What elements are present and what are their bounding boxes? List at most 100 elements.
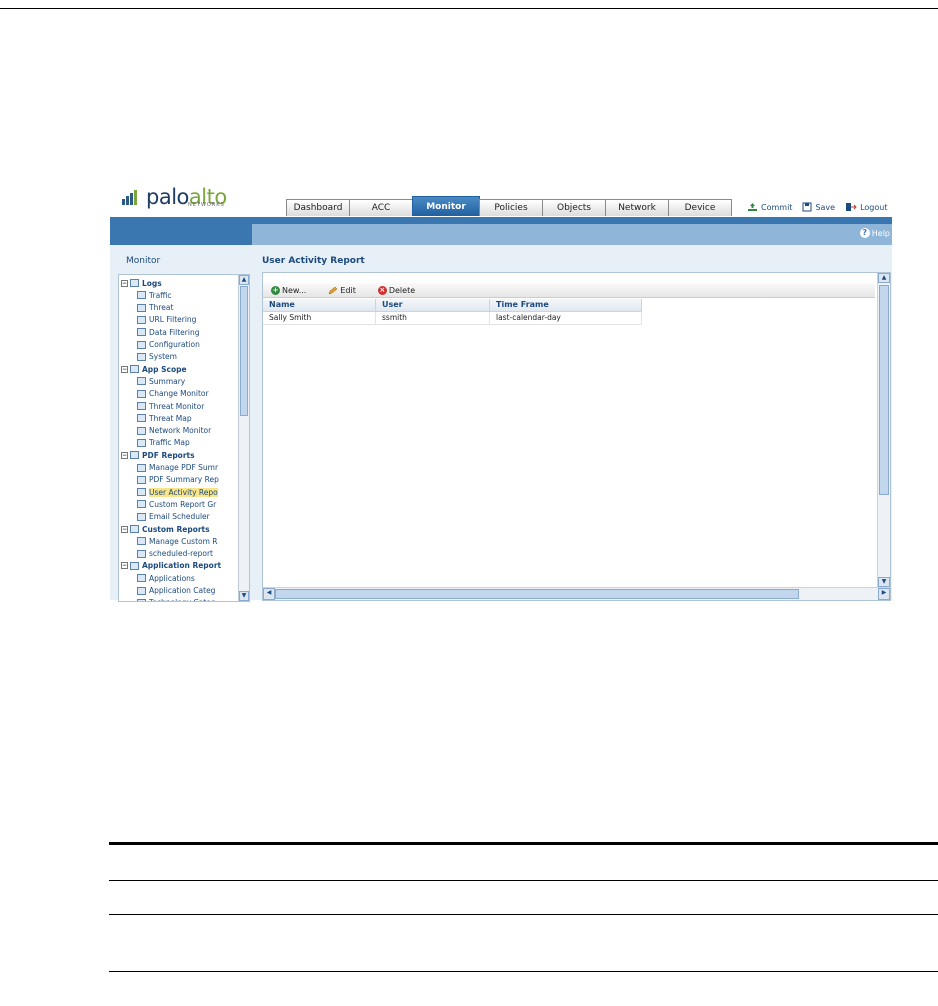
report-icon — [137, 475, 146, 484]
tree-item-label: Threat Map — [149, 413, 192, 423]
grid-hscroll-thumb[interactable] — [275, 589, 799, 599]
tab-device[interactable]: Device — [668, 199, 732, 216]
column-header-name[interactable]: Name — [263, 299, 376, 311]
tree-item[interactable]: User Activity Repo — [137, 486, 218, 498]
folder-icon — [130, 525, 139, 533]
grid-scroll-down-icon[interactable]: ▼ — [878, 577, 890, 587]
commit-button[interactable]: Commit — [747, 202, 792, 212]
report-icon — [137, 328, 146, 337]
tree-group[interactable]: − PDF Reports — [121, 449, 195, 461]
tree-item[interactable]: System — [137, 351, 177, 363]
grid-vertical-scrollbar[interactable]: ▲ ▼ — [877, 273, 890, 587]
table-rule — [109, 971, 938, 972]
table-header: Name User Time Frame — [263, 299, 642, 312]
tree-item[interactable]: URL Filtering — [137, 314, 196, 326]
tree-item[interactable]: Traffic Map — [137, 437, 190, 449]
tab-objects[interactable]: Objects — [542, 199, 606, 216]
tree-item[interactable]: Manage PDF Sumr — [137, 462, 218, 474]
tree-item[interactable]: Threat — [137, 302, 173, 314]
grid-vscroll-thumb[interactable] — [879, 285, 889, 495]
tree-item[interactable]: PDF Summary Rep — [137, 474, 219, 486]
table-row[interactable]: Sally Smith ssmith last-calendar-day — [263, 312, 642, 325]
collapse-icon[interactable]: − — [121, 365, 128, 373]
tree-item[interactable]: Network Monitor — [137, 425, 211, 437]
tree-item[interactable]: Application Categ — [137, 585, 215, 597]
cell-time-frame: last-calendar-day — [490, 312, 642, 324]
collapse-icon[interactable]: − — [121, 279, 128, 287]
save-button[interactable]: Save — [802, 202, 835, 212]
scroll-up-icon[interactable]: ▲ — [239, 275, 249, 285]
tree-item[interactable]: Threat Map — [137, 412, 192, 424]
tree-item[interactable]: Summary — [137, 375, 185, 387]
help-button[interactable]: ? Help — [859, 228, 890, 238]
tree-item-label: Traffic — [149, 290, 172, 300]
column-header-user[interactable]: User — [376, 299, 490, 311]
sidebar-title: Monitor — [126, 256, 161, 266]
tab-dashboard[interactable]: Dashboard — [286, 199, 350, 216]
tree-item-label: Custom Reports — [142, 524, 210, 534]
tree-item[interactable]: Traffic — [137, 289, 172, 301]
main-tabs: Dashboard ACC Monitor Policies Objects N… — [286, 196, 732, 216]
edit-button[interactable]: Edit — [328, 286, 356, 295]
tree-item-label: Email Scheduler — [149, 512, 210, 522]
tab-policies[interactable]: Policies — [479, 199, 543, 216]
tab-acc[interactable]: ACC — [349, 199, 413, 216]
grid-scroll-left-icon[interactable]: ◀ — [263, 588, 275, 600]
logo-text-main: palo — [146, 185, 189, 209]
delete-label: Delete — [388, 285, 416, 295]
tree-item-label: PDF Reports — [142, 450, 195, 460]
tree-group[interactable]: − Application Report — [121, 560, 221, 572]
report-icon — [137, 402, 146, 410]
report-grid: + New... Edit × Delete Name User Time Fr… — [262, 272, 891, 601]
tree-item[interactable]: Threat Monitor — [137, 400, 204, 412]
tree-item-label: scheduled-report — [149, 549, 213, 559]
delete-button[interactable]: × Delete — [377, 285, 416, 295]
tree-item[interactable]: Applications — [137, 572, 195, 584]
tree-group[interactable]: − Custom Reports — [121, 523, 210, 535]
tree-item[interactable]: Custom Report Gr — [137, 498, 216, 510]
tree-item-label: Application Categ — [149, 586, 216, 595]
tree-item-label: Change Monitor — [149, 389, 209, 399]
grid-horizontal-scrollbar[interactable]: ◀ ▶ — [263, 587, 890, 600]
tree-item[interactable]: scheduled-report — [137, 548, 213, 560]
tree-item[interactable]: Change Monitor — [137, 388, 209, 400]
tree-group[interactable]: − App Scope — [121, 363, 187, 375]
tree-item[interactable]: Technology Categ — [137, 597, 216, 601]
tab-network[interactable]: Network — [605, 199, 669, 216]
new-button[interactable]: + New... — [271, 285, 306, 295]
scroll-down-icon[interactable]: ▼ — [239, 591, 249, 601]
tree-item[interactable]: Email Scheduler — [137, 511, 210, 523]
logo-bars-icon — [120, 187, 142, 207]
tree-item-label: Manage PDF Sumr — [149, 463, 219, 472]
page-title: User Activity Report — [262, 256, 365, 266]
pencil-icon — [328, 286, 338, 294]
tree-item[interactable]: Configuration — [137, 339, 200, 351]
grid-scroll-right-icon[interactable]: ▶ — [878, 588, 890, 600]
tree-item-label: Summary — [149, 376, 186, 386]
tree-scroll-thumb[interactable] — [240, 286, 248, 416]
tree-item[interactable]: Data Filtering — [137, 326, 199, 338]
add-icon: + — [271, 285, 280, 295]
tree-group[interactable]: − Logs — [121, 277, 162, 289]
save-icon — [802, 202, 812, 212]
report-icon — [137, 303, 146, 312]
report-icon — [137, 537, 146, 546]
tree-scrollbar[interactable]: ▲ ▼ — [238, 275, 249, 601]
report-icon — [137, 549, 146, 558]
logout-button[interactable]: Logout — [845, 202, 887, 212]
tree-item[interactable]: Manage Custom R — [137, 535, 218, 547]
grid-scroll-up-icon[interactable]: ▲ — [878, 273, 890, 283]
column-header-time-frame[interactable]: Time Frame — [490, 299, 642, 311]
collapse-icon[interactable]: − — [121, 451, 128, 459]
tree-item-label: Technology Categ — [149, 598, 216, 601]
help-label: Help — [871, 228, 890, 238]
collapse-icon[interactable]: − — [121, 562, 128, 570]
commit-icon — [748, 203, 757, 211]
tab-monitor[interactable]: Monitor — [412, 196, 480, 216]
tree-item-label: Traffic Map — [149, 438, 190, 448]
report-icon — [137, 463, 146, 472]
collapse-icon[interactable]: − — [121, 525, 128, 533]
report-icon — [137, 426, 146, 435]
cell-user: ssmith — [376, 312, 490, 324]
tree-item-label: Data Filtering — [149, 327, 200, 337]
